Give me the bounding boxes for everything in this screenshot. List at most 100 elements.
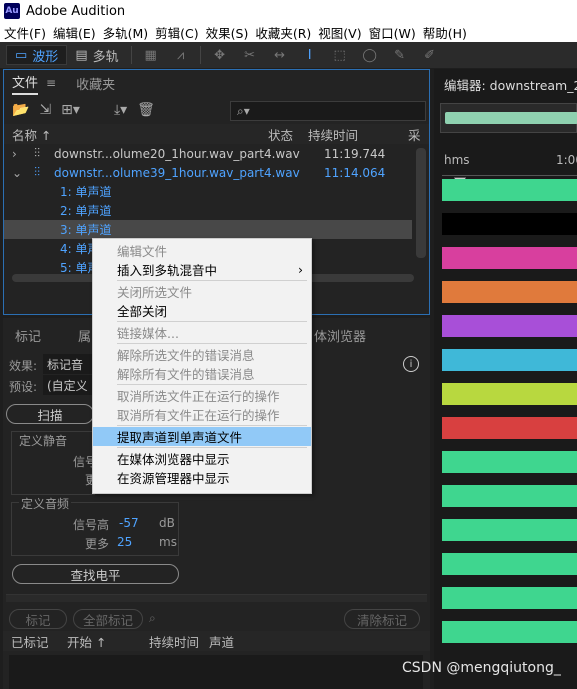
track-lane[interactable] xyxy=(442,519,577,541)
search-input[interactable]: ⌕▾ xyxy=(230,101,426,121)
track-lane[interactable] xyxy=(442,281,577,303)
panel-menu-icon[interactable]: ≡ xyxy=(46,76,56,90)
context-menu-item[interactable]: 关闭所选文件 xyxy=(93,282,311,301)
menu-help[interactable]: 帮助(H) xyxy=(419,23,470,42)
track-lane[interactable] xyxy=(442,179,577,201)
context-menu-item[interactable]: 取消所有文件正在运行的操作 xyxy=(93,405,311,424)
mark-button[interactable]: 标记 xyxy=(9,609,67,629)
mark-all-button[interactable]: 全部标记 xyxy=(73,609,143,629)
context-menu-item[interactable]: 编辑文件 xyxy=(93,241,311,260)
chevron-right-icon[interactable]: › xyxy=(12,147,34,161)
audio-group-title: 定义音频 xyxy=(19,495,72,512)
slip-tool-icon[interactable]: ↔ xyxy=(269,46,291,64)
menu-file[interactable]: 文件(F) xyxy=(0,23,49,42)
track-lane[interactable] xyxy=(442,553,577,575)
col-start[interactable]: 开始 ↑ xyxy=(67,632,149,651)
context-menu-item[interactable]: 提取声道到单声道文件 xyxy=(93,427,311,446)
scan-button[interactable]: 扫描 xyxy=(6,404,94,424)
lasso-tool-icon[interactable]: ◯ xyxy=(359,46,381,64)
delete-icon[interactable]: 🗑 xyxy=(137,102,155,118)
tab-files[interactable]: 文件 xyxy=(12,72,39,95)
track-lane[interactable] xyxy=(442,213,577,235)
time-selection-tool-icon[interactable]: I xyxy=(299,46,321,64)
audio-more-unit: ms xyxy=(159,535,177,549)
track-lane[interactable] xyxy=(442,485,577,507)
col-status[interactable]: 状态 xyxy=(268,125,308,144)
import-icon[interactable]: ⇲ xyxy=(39,102,51,118)
preset-select[interactable]: (自定义 xyxy=(43,375,95,395)
col-duration[interactable]: 持续时间 xyxy=(149,632,209,651)
new-file-icon[interactable]: ⊞▾ xyxy=(61,102,80,118)
tab-markers[interactable]: 标记 xyxy=(15,326,41,345)
context-menu-item[interactable]: 全部关闭 xyxy=(93,301,311,320)
spectral-frequency-icon[interactable]: ▦ xyxy=(140,46,162,64)
watermark: CSDN @mengqiutong_ xyxy=(402,660,561,676)
menu-multitrack[interactable]: 多轨(M) xyxy=(99,23,152,42)
waveform-mode-button[interactable]: ▭ 波形 xyxy=(6,45,68,65)
channel-row[interactable]: 3: 单声道 xyxy=(4,220,412,239)
channel-row[interactable]: 2: 单声道 xyxy=(4,201,429,220)
timeline-ruler[interactable] xyxy=(442,168,577,176)
menu-clip[interactable]: 剪辑(C) xyxy=(151,23,201,42)
spectral-pitch-icon[interactable]: ⩘ xyxy=(170,46,192,64)
audio-more-value[interactable]: 25 xyxy=(117,535,132,549)
context-menu-item-label: 在资源管理器中显示 xyxy=(117,471,230,486)
menu-view[interactable]: 视图(V) xyxy=(314,23,364,42)
track-lane[interactable] xyxy=(442,247,577,269)
tab-media-browser[interactable]: 体浏览器 xyxy=(314,326,366,345)
track-lane[interactable] xyxy=(442,315,577,337)
track-lane[interactable] xyxy=(442,383,577,405)
search-icon[interactable]: ⌕ xyxy=(149,611,156,626)
file-row[interactable]: › ⫶⫶ downstr...olume20_1hour.wav_part4.w… xyxy=(4,144,429,163)
panel-splitter[interactable] xyxy=(6,594,427,602)
files-scrollbar[interactable] xyxy=(416,148,426,258)
marquee-tool-icon[interactable]: ⬚ xyxy=(329,46,351,64)
col-name[interactable]: 名称 ↑ xyxy=(12,125,268,144)
overview-thumb[interactable] xyxy=(445,112,577,124)
context-menu-item[interactable]: 解除所有文件的错误消息 xyxy=(93,364,311,383)
app-title: Adobe Audition xyxy=(26,3,126,19)
info-icon[interactable]: i xyxy=(403,356,419,372)
move-tool-icon[interactable]: ✥ xyxy=(209,46,231,64)
menu-window[interactable]: 窗口(W) xyxy=(365,23,419,42)
context-menu-item[interactable]: 链接媒体... xyxy=(93,323,311,342)
channel-row[interactable]: 1: 单声道 xyxy=(4,182,429,201)
menu-effects[interactable]: 效果(S) xyxy=(202,23,252,42)
tab-favorites[interactable]: 收藏夹 xyxy=(76,74,115,93)
context-menu-item[interactable]: 在媒体浏览器中显示 xyxy=(93,449,311,468)
clear-markers-button[interactable]: 清除标记 xyxy=(344,609,420,629)
file-row[interactable]: ⌄ ⫶⫶ downstr...olume39_1hour.wav_part4.w… xyxy=(4,163,429,182)
context-menu-item-label: 取消所选文件正在运行的操作 xyxy=(117,389,280,404)
razor-tool-icon[interactable]: ✂ xyxy=(239,46,261,64)
spot-healing-icon[interactable]: ✐ xyxy=(419,46,441,64)
tab-properties[interactable]: 属 xyxy=(78,326,91,345)
col-extra[interactable]: 采 xyxy=(408,125,421,144)
track-lane[interactable] xyxy=(442,587,577,609)
track-lane[interactable] xyxy=(442,349,577,371)
col-channel[interactable]: 声道 xyxy=(209,632,234,651)
track-lane[interactable] xyxy=(442,451,577,473)
title-bar: Au Adobe Audition xyxy=(0,0,577,22)
overview-bar[interactable] xyxy=(440,103,577,133)
context-menu-item[interactable]: 解除所选文件的错误消息 xyxy=(93,345,311,364)
multitrack-mode-button[interactable]: ▤ 多轨 xyxy=(67,45,126,65)
open-folder-icon[interactable]: 📂 xyxy=(12,102,29,118)
context-menu-item[interactable]: 在资源管理器中显示 xyxy=(93,468,311,487)
track-lane[interactable] xyxy=(442,621,577,643)
col-marked[interactable]: 已标记 xyxy=(11,632,67,651)
menu-favorites[interactable]: 收藏夹(R) xyxy=(251,23,314,42)
col-duration[interactable]: 持续时间 xyxy=(308,125,408,144)
insert-icon[interactable]: ⤓▾ xyxy=(114,102,127,118)
find-levels-button[interactable]: 查找电平 xyxy=(12,564,179,584)
menu-edit[interactable]: 编辑(E) xyxy=(49,23,99,42)
effect-select[interactable]: 标记音频 xyxy=(43,354,95,389)
preset-label: 预设: xyxy=(9,380,38,394)
context-menu-item[interactable]: 取消所选文件正在运行的操作 xyxy=(93,386,311,405)
brush-tool-icon[interactable]: ✎ xyxy=(389,46,411,64)
context-menu-item[interactable]: 插入到多轨混音中 › xyxy=(93,260,311,279)
track-lane[interactable] xyxy=(442,417,577,439)
marker-list[interactable] xyxy=(9,655,423,689)
chevron-down-icon[interactable]: ⌄ xyxy=(12,166,34,180)
audio-signal-value[interactable]: -57 xyxy=(119,516,139,530)
multitrack-label: 多轨 xyxy=(92,49,119,65)
